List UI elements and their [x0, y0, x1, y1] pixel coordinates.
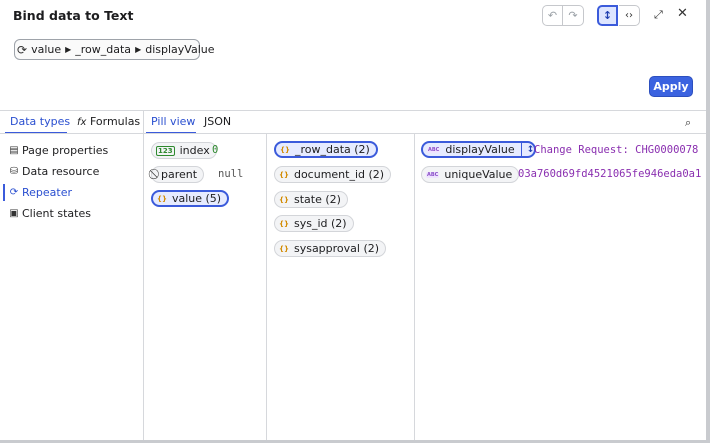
object-type-icon: {} [279, 170, 289, 179]
path-segment: displayValue [145, 43, 215, 56]
caret-right-icon: ▶ [65, 45, 72, 54]
code-view-button[interactable]: ‹› [619, 5, 640, 26]
string-type-icon: ABC [427, 146, 441, 153]
search-icon[interactable]: ⌕ [685, 116, 691, 130]
pill-label: uniqueValue [444, 168, 513, 181]
pill-parent[interactable]: ⃠parent [151, 166, 205, 183]
apply-button[interactable]: Apply [649, 76, 693, 97]
sidebar-item-page-properties[interactable]: ▤ Page properties [0, 140, 143, 161]
column-separator [414, 134, 415, 440]
refresh-icon: ⟳ [17, 42, 28, 57]
sidebar-item-label: Page properties [22, 144, 109, 157]
close-icon: ✕ [677, 6, 688, 21]
object-type-icon: {} [279, 244, 289, 253]
object-type-icon: {} [280, 145, 290, 154]
pill-label: displayValue [445, 143, 515, 156]
path-segment: value [31, 43, 62, 56]
sidebar-item-client-states[interactable]: ▣ Client states [0, 203, 143, 224]
pill-display-value[interactable]: ABC displayValue ↕ [421, 141, 537, 158]
pill-label: sys_id (2) [293, 217, 347, 230]
pill-state[interactable]: {} state (2) [274, 191, 348, 208]
pill-row-data[interactable]: {} _row_data (2) [274, 141, 378, 158]
tab-json[interactable]: JSON [204, 115, 231, 128]
redo-button[interactable]: ↷ [563, 5, 584, 26]
object-type-icon: {} [157, 194, 167, 203]
pill-label: parent [161, 168, 198, 181]
pill-value-object[interactable]: {} value (5) [151, 190, 230, 207]
divider [0, 133, 706, 134]
pill-value: 03a760d69fd4521065fe946eda0a1 [518, 168, 702, 180]
page-icon: ▤ [9, 145, 19, 156]
redo-icon: ↷ [568, 9, 578, 22]
dialog-title: Bind data to Text [13, 8, 134, 23]
repeat-icon: ⟳ [9, 187, 19, 198]
close-button[interactable]: ✕ [677, 6, 688, 21]
undo-icon: ↶ [547, 9, 558, 22]
path-segment: _row_data [75, 43, 132, 56]
column-separator [143, 134, 144, 440]
tab-pill-view[interactable]: Pill view [151, 115, 195, 128]
pill-unique-value[interactable]: ABC uniqueValue [421, 166, 520, 183]
data-types-nav: ▤ Page properties ⛁ Data resource ⟳ Repeate… [0, 140, 143, 224]
pill-label: state (2) [293, 193, 341, 206]
tabs-row: Data types fx Formulas Pill view JSON ⌕ [0, 111, 706, 134]
window-frame-right [706, 0, 710, 443]
pill-document-id[interactable]: {} document_id (2) [274, 166, 392, 183]
expand-icon: ⤢ [654, 8, 663, 21]
pill-label: _row_data (2) [294, 143, 370, 156]
tab-formulas[interactable]: fx Formulas [77, 115, 140, 128]
pill-index[interactable]: 123 index [151, 142, 217, 159]
expand-button[interactable]: ⤢ [654, 8, 663, 22]
binding-path-pill[interactable]: ⟳ value ▶ _row_data ▶ displayValue [14, 39, 214, 60]
pill-sysapproval[interactable]: {} sysapproval (2) [274, 240, 387, 257]
pill-label: index [179, 144, 210, 157]
column-separator [266, 134, 267, 440]
sidebar-item-label: Repeater [22, 186, 73, 199]
tab-separator [143, 111, 144, 134]
sidebar-item-data-resource[interactable]: ⛁ Data resource [0, 161, 143, 182]
sidebar-item-label: Client states [22, 207, 91, 220]
object-type-icon: {} [279, 219, 289, 228]
code-icon: ‹› [625, 10, 633, 21]
pill-value: 0 [212, 144, 219, 156]
pill-sys-id[interactable]: {} sys_id (2) [274, 215, 354, 232]
object-type-icon: {} [279, 195, 289, 204]
dialog-header: Bind data to Text ↶ ↷ ↕ ‹› ⤢ ✕ [0, 0, 706, 34]
sidebar-item-label: Data resource [22, 165, 100, 178]
database-icon: ⛁ [9, 166, 19, 177]
pill-value: Change Request: CHG0000078 [534, 144, 699, 156]
vertical-layout-button[interactable]: ↕ [597, 5, 618, 26]
string-type-icon: ABC [426, 171, 440, 178]
pill-label: value (5) [171, 192, 222, 205]
sidebar-item-repeater[interactable]: ⟳ Repeater [0, 182, 143, 203]
vertical-arrows-icon: ↕ [520, 143, 534, 156]
function-icon: fx [77, 117, 87, 128]
pill-label: sysapproval (2) [293, 242, 380, 255]
vertical-arrows-icon: ↕ [602, 9, 613, 22]
caret-right-icon: ▶ [135, 45, 142, 54]
pill-value: null [218, 168, 244, 180]
number-type-icon: 123 [156, 145, 175, 156]
state-icon: ▣ [9, 208, 19, 219]
tab-data-types[interactable]: Data types [10, 115, 70, 128]
undo-button[interactable]: ↶ [542, 5, 563, 26]
tab-formulas-label: Formulas [89, 115, 141, 128]
pill-label: document_id (2) [293, 168, 385, 181]
